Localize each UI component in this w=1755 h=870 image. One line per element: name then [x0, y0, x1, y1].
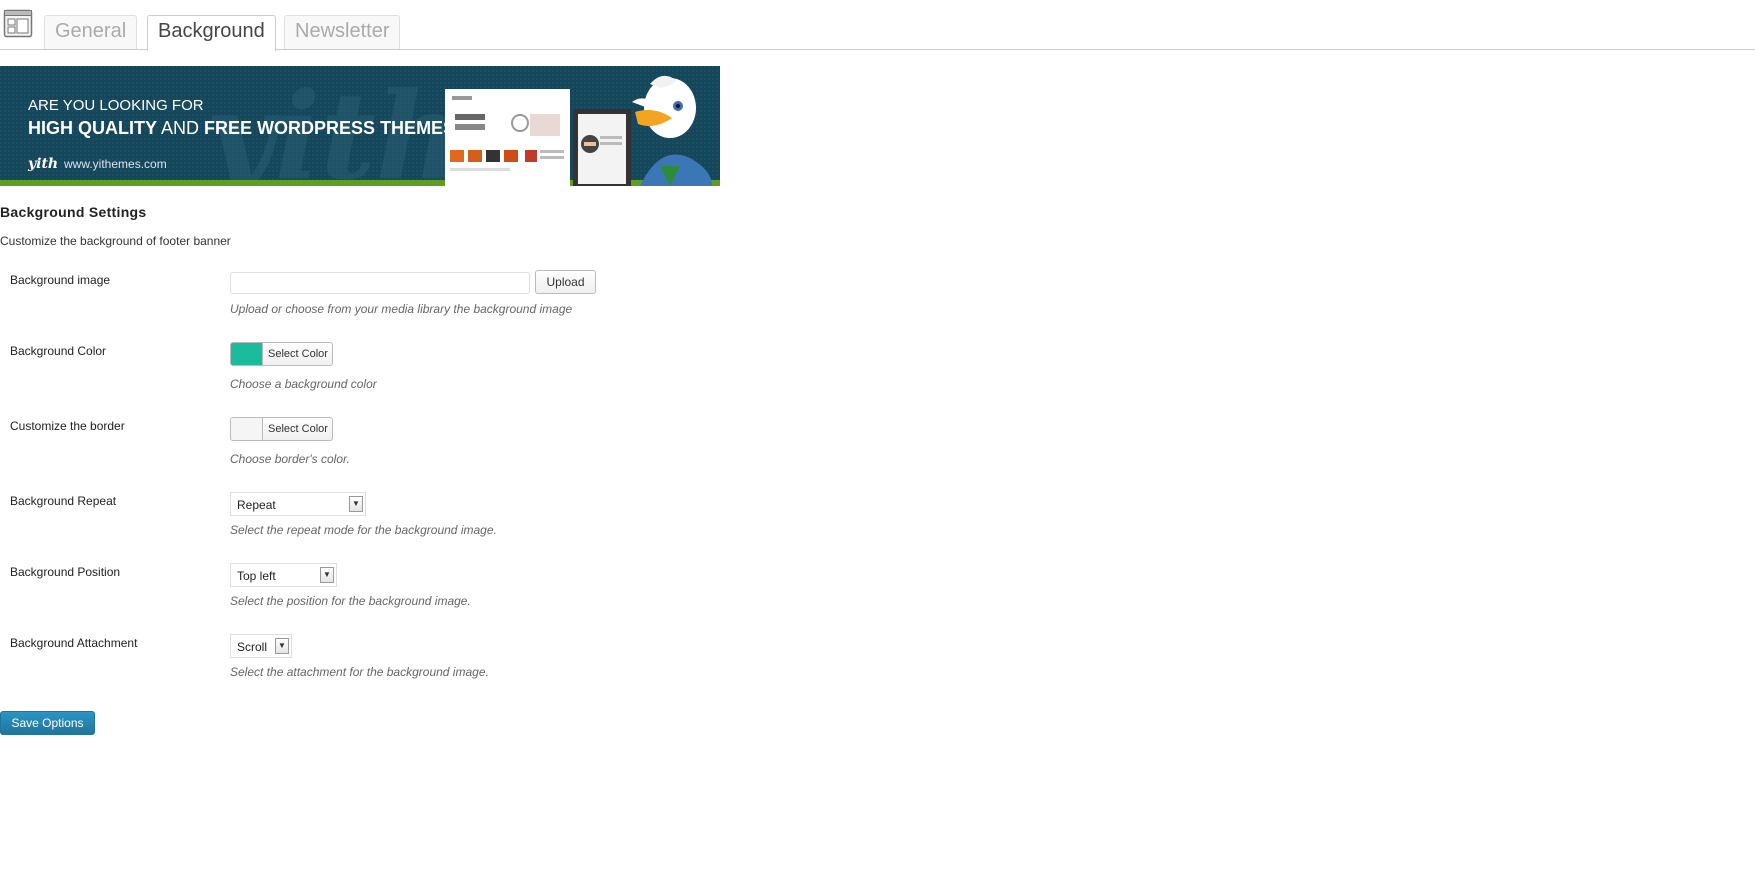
background-repeat-select[interactable]: Repeat ▼ — [230, 492, 366, 516]
chevron-down-icon: ▼ — [349, 496, 363, 512]
section-title: Background Settings — [0, 204, 147, 220]
background-position-select[interactable]: Top left ▼ — [230, 563, 337, 587]
banner-graphic: yith ARE YOU LOOKING FOR HIGH QUALITY AN… — [0, 66, 720, 186]
background-image-help: Upload or choose from your media library… — [230, 302, 573, 316]
tab-general[interactable]: General — [44, 15, 138, 49]
background-attachment-help: Select the attachment for the background… — [230, 665, 489, 679]
tab-newsletter[interactable]: Newsletter — [284, 15, 401, 49]
background-color-swatch — [231, 343, 263, 365]
select-color-label: Select Color — [268, 423, 328, 435]
chevron-down-icon: ▼ — [320, 567, 334, 583]
upload-button[interactable]: Upload — [535, 270, 596, 294]
border-color-label: Customize the border — [10, 419, 125, 433]
background-attachment-value: Scroll — [237, 640, 268, 654]
background-color-label: Background Color — [10, 344, 107, 358]
background-color-help: Choose a background color — [230, 377, 377, 391]
banner-line-2: HIGH QUALITY AND FREE WORDPRESS THEMES? — [28, 118, 466, 138]
select-color-label: Select Color — [268, 348, 328, 360]
save-options-button[interactable]: Save Options — [0, 711, 95, 735]
chevron-down-icon: ▼ — [275, 638, 289, 654]
banner-tablet-mockup — [573, 109, 631, 186]
banner-website-mockup — [445, 89, 570, 186]
yithemes-banner[interactable]: yith ARE YOU LOOKING FOR HIGH QUALITY AN… — [0, 66, 720, 186]
layout-icon — [3, 9, 33, 39]
border-color-help: Choose border's color. — [230, 452, 350, 466]
background-color-picker[interactable]: Select Color — [230, 342, 333, 366]
background-image-input[interactable] — [230, 272, 530, 294]
section-description: Customize the background of footer banne… — [0, 234, 231, 248]
background-repeat-value: Repeat — [237, 498, 276, 512]
tab-background[interactable]: Background — [147, 15, 276, 51]
tab-bar: General Background Newsletter — [0, 0, 1755, 51]
border-color-swatch — [231, 418, 263, 440]
banner-url: www.yithemes.com — [63, 157, 167, 171]
background-image-label: Background image — [10, 273, 111, 287]
banner-logo: yith — [27, 156, 58, 172]
background-position-label: Background Position — [10, 565, 121, 579]
background-position-help: Select the position for the background i… — [230, 594, 471, 608]
background-attachment-select[interactable]: Scroll ▼ — [230, 634, 292, 658]
background-attachment-label: Background Attachment — [10, 636, 138, 650]
background-repeat-label: Background Repeat — [10, 494, 117, 508]
background-repeat-help: Select the repeat mode for the backgroun… — [230, 523, 497, 537]
border-color-picker[interactable]: Select Color — [230, 417, 333, 441]
banner-line-1: ARE YOU LOOKING FOR — [28, 97, 204, 114]
background-position-value: Top left — [237, 569, 276, 583]
